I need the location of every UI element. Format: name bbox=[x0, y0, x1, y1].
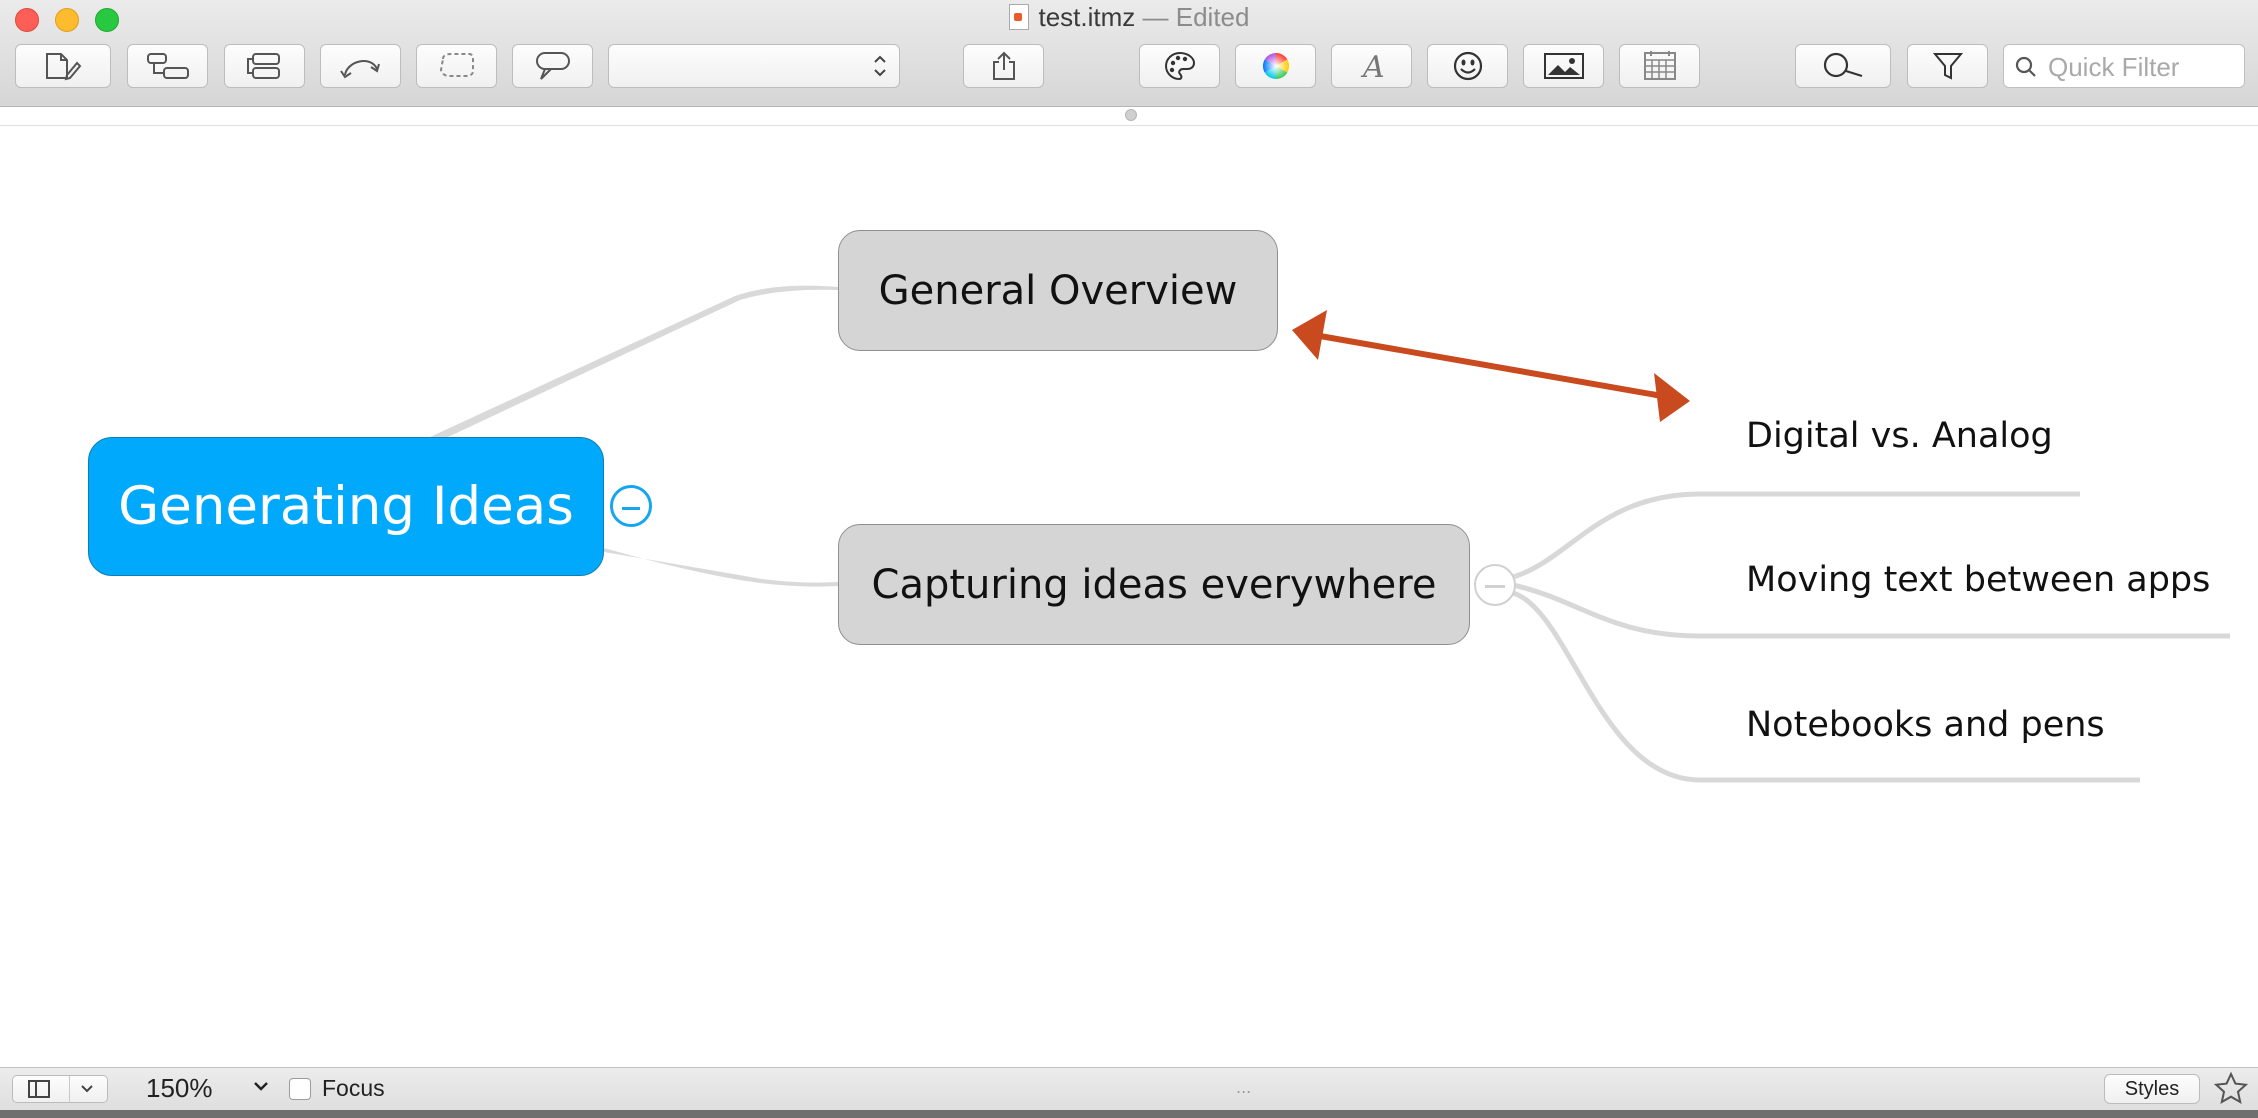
collapse-capturing-button[interactable] bbox=[1474, 564, 1516, 606]
topic-label: General Overview bbox=[878, 267, 1238, 314]
topic-capturing-ideas[interactable]: Capturing ideas everywhere bbox=[838, 524, 1470, 645]
relationship-arrow bbox=[1292, 310, 1690, 422]
star-icon[interactable] bbox=[2213, 1071, 2249, 1107]
central-topic-label: Generating Ideas bbox=[118, 476, 574, 537]
styles-button[interactable]: Styles bbox=[2104, 1074, 2200, 1104]
focus-label: Focus bbox=[322, 1075, 385, 1101]
topic-general-overview[interactable]: General Overview bbox=[838, 230, 1278, 351]
zoom-level[interactable]: 150% bbox=[146, 1073, 213, 1104]
window-bottom-edge bbox=[0, 1110, 2258, 1118]
subtopic-notebooks-pens[interactable]: Notebooks and pens bbox=[1746, 705, 2105, 745]
subtopic-moving-text[interactable]: Moving text between apps bbox=[1746, 560, 2210, 600]
focus-checkbox[interactable] bbox=[289, 1078, 311, 1100]
zoom-chevron-icon[interactable] bbox=[252, 1079, 270, 1095]
sidebar-toggle-button[interactable] bbox=[12, 1075, 108, 1103]
collapse-root-button[interactable] bbox=[610, 485, 652, 527]
subtopic-digital-analog[interactable]: Digital vs. Analog bbox=[1746, 416, 2053, 456]
branch-root-overview bbox=[430, 285, 838, 437]
status-bar: 150% Focus ... Styles bbox=[0, 1067, 2258, 1111]
sidebar-icon bbox=[28, 1080, 50, 1098]
chevron-down-icon bbox=[81, 1085, 93, 1093]
topic-label: Capturing ideas everywhere bbox=[871, 561, 1437, 608]
status-ellipsis: ... bbox=[1236, 1078, 1252, 1097]
central-topic-generating-ideas[interactable]: Generating Ideas bbox=[88, 437, 604, 576]
branch-root-capturing bbox=[604, 548, 838, 587]
